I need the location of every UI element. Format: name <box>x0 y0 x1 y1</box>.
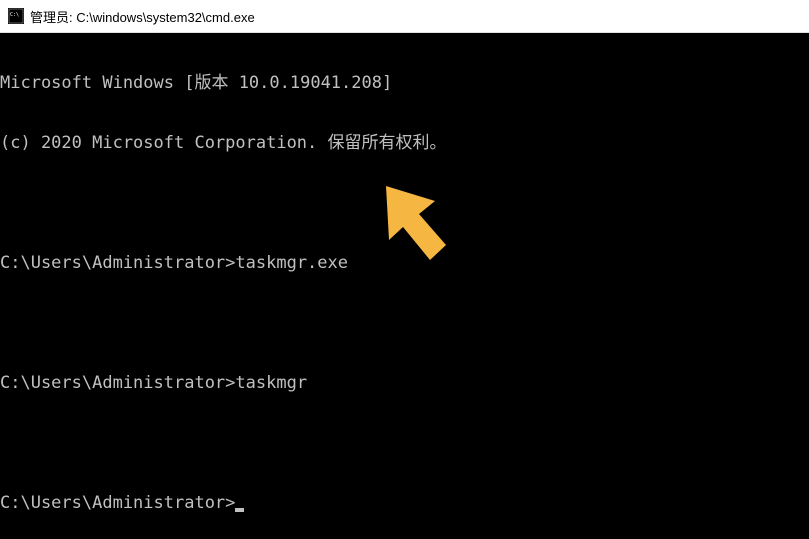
prompt: C:\Users\Administrator> <box>0 493 235 513</box>
prompt: C:\Users\Administrator> <box>0 373 235 393</box>
command-line: C:\Users\Administrator>taskmgr <box>0 373 809 393</box>
banner-line: (c) 2020 Microsoft Corporation. 保留所有权利。 <box>0 133 809 153</box>
cmd-icon: C:\ <box>8 8 24 24</box>
cursor <box>235 508 244 512</box>
window-title: 管理员: C:\windows\system32\cmd.exe <box>30 7 255 26</box>
blank-line <box>0 193 809 213</box>
prompt: C:\Users\Administrator> <box>0 253 235 273</box>
command-text: taskmgr.exe <box>235 253 348 273</box>
blank-line <box>0 433 809 453</box>
window-titlebar: C:\ 管理员: C:\windows\system32\cmd.exe <box>0 0 809 33</box>
banner-line: Microsoft Windows [版本 10.0.19041.208] <box>0 73 809 93</box>
svg-text:C:\: C:\ <box>10 12 19 18</box>
command-text: taskmgr <box>235 373 307 393</box>
terminal-area[interactable]: Microsoft Windows [版本 10.0.19041.208] (c… <box>0 33 809 539</box>
command-line: C:\Users\Administrator> <box>0 493 809 513</box>
blank-line <box>0 313 809 333</box>
command-line: C:\Users\Administrator>taskmgr.exe <box>0 253 809 273</box>
